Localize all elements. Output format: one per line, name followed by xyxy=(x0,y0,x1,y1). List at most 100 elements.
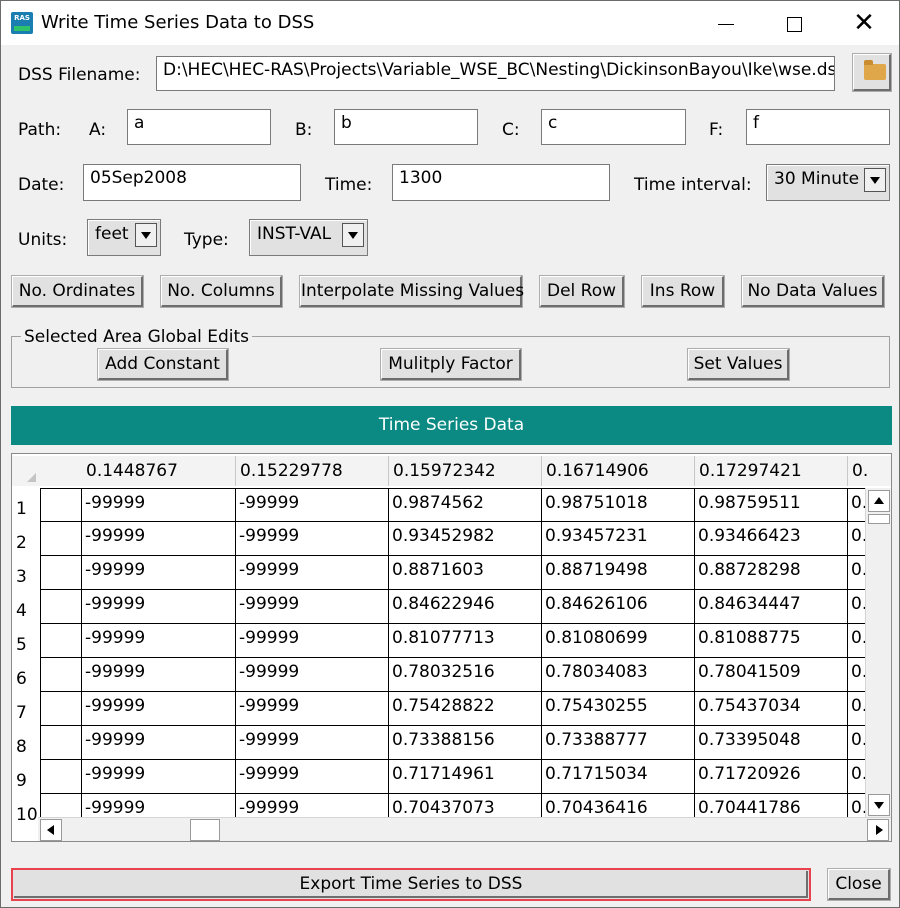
path-a-field[interactable]: a xyxy=(127,109,271,145)
close-window-button[interactable]: ✕ xyxy=(835,1,893,45)
table-cell[interactable]: -99999 xyxy=(236,658,389,692)
time-series-grid[interactable]: 0.1448767 0.15229778 0.15972342 0.16714906 0… xyxy=(11,453,892,842)
table-cell-blank[interactable] xyxy=(40,726,82,760)
column-header[interactable]: 0.17297421 xyxy=(695,456,848,486)
date-field[interactable]: 05Sep2008 xyxy=(83,164,301,201)
horizontal-scroll-thumb[interactable] xyxy=(190,819,220,841)
title-bar[interactable]: RAS Write Time Series Data to DSS ✕ xyxy=(1,1,899,45)
table-cell[interactable]: 0.75428822 xyxy=(389,692,542,726)
row-number[interactable]: 10 xyxy=(12,794,40,828)
scroll-right-icon[interactable] xyxy=(867,819,889,841)
ins-row-button[interactable]: Ins Row xyxy=(642,276,724,307)
del-row-button[interactable]: Del Row xyxy=(540,276,624,307)
table-cell[interactable]: 0.78034083 xyxy=(542,658,695,692)
row-number[interactable]: 9 xyxy=(12,760,40,794)
export-time-series-button[interactable]: Export Time Series to DSS xyxy=(11,868,811,901)
table-cell-blank[interactable] xyxy=(40,556,82,590)
row-number[interactable]: 7 xyxy=(12,692,40,726)
table-cell-blank[interactable] xyxy=(40,760,82,794)
scroll-left-icon[interactable] xyxy=(40,819,62,841)
table-cell[interactable]: -99999 xyxy=(82,488,236,522)
browse-file-button[interactable] xyxy=(853,54,891,91)
column-header[interactable]: 0.1448767 xyxy=(82,456,236,486)
table-cell[interactable]: -99999 xyxy=(82,522,236,556)
table-cell[interactable]: -99999 xyxy=(236,692,389,726)
table-cell[interactable]: 0.84622946 xyxy=(389,590,542,624)
table-cell[interactable]: 0.8871603 xyxy=(389,556,542,590)
table-cell[interactable]: 0.88719498 xyxy=(542,556,695,590)
table-cell[interactable]: -99999 xyxy=(236,726,389,760)
table-cell[interactable]: 0.73388156 xyxy=(389,726,542,760)
row-number[interactable]: 8 xyxy=(12,726,40,760)
table-cell-blank[interactable] xyxy=(40,590,82,624)
table-cell-blank[interactable] xyxy=(40,624,82,658)
type-select[interactable]: INST-VAL xyxy=(249,219,368,256)
table-cell-blank[interactable] xyxy=(40,488,82,522)
maximize-button[interactable] xyxy=(765,1,823,45)
units-select[interactable]: feet xyxy=(87,219,161,256)
table-cell[interactable]: 0.81080699 xyxy=(542,624,695,658)
table-cell[interactable]: 0.81088775 xyxy=(695,624,848,658)
table-cell-blank[interactable] xyxy=(40,658,82,692)
row-number[interactable]: 1 xyxy=(12,488,40,522)
table-cell[interactable]: 0.98751018 xyxy=(542,488,695,522)
table-cell[interactable]: 0.98759511 xyxy=(695,488,848,522)
minimize-button[interactable] xyxy=(697,1,755,45)
table-cell[interactable]: -99999 xyxy=(236,590,389,624)
table-cell-blank[interactable] xyxy=(40,522,82,556)
time-field[interactable]: 1300 xyxy=(392,164,610,201)
no-ordinates-button[interactable]: No. Ordinates xyxy=(12,276,143,307)
path-c-field[interactable]: c xyxy=(541,109,686,145)
table-cell[interactable]: -99999 xyxy=(236,624,389,658)
table-cell[interactable]: -99999 xyxy=(82,658,236,692)
grid-corner[interactable] xyxy=(12,456,82,486)
table-cell[interactable]: -99999 xyxy=(236,556,389,590)
table-cell-blank[interactable] xyxy=(40,692,82,726)
set-values-button[interactable]: Set Values xyxy=(688,349,789,380)
column-header[interactable]: 0.16714906 xyxy=(542,456,695,486)
dss-filename-field[interactable]: D:\HEC\HEC-RAS\Projects\Variable_WSE_BC\… xyxy=(156,56,835,91)
table-cell[interactable]: -99999 xyxy=(236,760,389,794)
interpolate-missing-values-button[interactable]: Interpolate Missing Values xyxy=(300,276,524,307)
table-cell[interactable]: 0.93466423 xyxy=(695,522,848,556)
time-interval-select[interactable]: 30 Minute xyxy=(766,164,890,201)
table-cell[interactable]: -99999 xyxy=(82,692,236,726)
no-data-values-button[interactable]: No Data Values xyxy=(742,276,884,307)
table-cell[interactable]: -99999 xyxy=(82,624,236,658)
table-cell[interactable]: 0.84626106 xyxy=(542,590,695,624)
table-cell[interactable]: 0.75430255 xyxy=(542,692,695,726)
table-cell[interactable]: 0.93452982 xyxy=(389,522,542,556)
table-cell[interactable]: 0.93457231 xyxy=(542,522,695,556)
table-cell[interactable]: -99999 xyxy=(236,522,389,556)
row-number[interactable]: 5 xyxy=(12,624,40,658)
table-cell[interactable]: -99999 xyxy=(82,556,236,590)
column-header[interactable]: 0.15972342 xyxy=(389,456,542,486)
vertical-scrollbar[interactable] xyxy=(865,488,891,818)
table-cell[interactable]: 0.73388777 xyxy=(542,726,695,760)
table-cell[interactable]: 0.75437034 xyxy=(695,692,848,726)
table-cell[interactable]: -99999 xyxy=(236,488,389,522)
table-cell[interactable]: 0.88728298 xyxy=(695,556,848,590)
table-cell[interactable]: -99999 xyxy=(82,726,236,760)
table-cell[interactable]: 0.81077713 xyxy=(389,624,542,658)
path-f-field[interactable]: f xyxy=(746,109,890,145)
table-cell[interactable]: -99999 xyxy=(82,590,236,624)
table-cell[interactable]: 0.78041509 xyxy=(695,658,848,692)
add-constant-button[interactable]: Add Constant xyxy=(98,349,228,380)
table-cell[interactable]: 0.71715034 xyxy=(542,760,695,794)
row-number[interactable]: 4 xyxy=(12,590,40,624)
column-header[interactable]: 0. xyxy=(848,456,891,486)
path-b-field[interactable]: b xyxy=(334,109,478,145)
row-number[interactable]: 6 xyxy=(12,658,40,692)
horizontal-scrollbar[interactable] xyxy=(38,817,891,841)
table-cell[interactable]: 0.84634447 xyxy=(695,590,848,624)
table-cell[interactable]: 0.9874562 xyxy=(389,488,542,522)
multiply-factor-button[interactable]: Mulitply Factor xyxy=(381,349,521,380)
table-cell[interactable]: 0.71714961 xyxy=(389,760,542,794)
table-cell[interactable]: 0.73395048 xyxy=(695,726,848,760)
row-number[interactable]: 3 xyxy=(12,556,40,590)
scroll-down-icon[interactable] xyxy=(868,794,890,816)
vertical-scroll-thumb[interactable] xyxy=(868,514,890,524)
no-columns-button[interactable]: No. Columns xyxy=(161,276,282,307)
close-button[interactable]: Close xyxy=(828,869,890,900)
